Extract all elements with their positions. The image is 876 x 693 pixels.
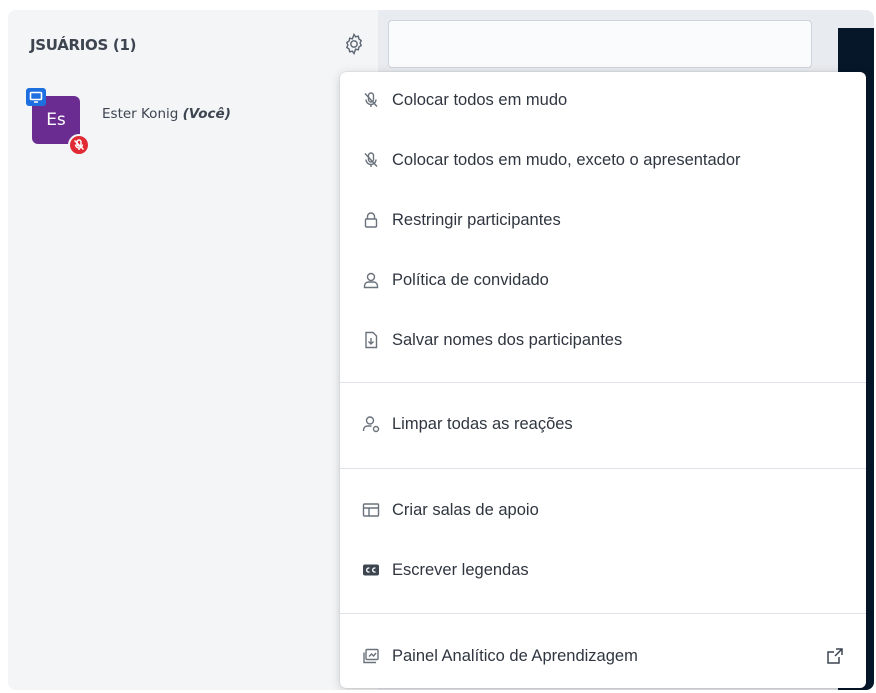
menu-divider bbox=[340, 468, 866, 469]
breakout-rooms-icon bbox=[362, 501, 380, 519]
download-file-icon bbox=[362, 331, 380, 349]
menu-item-label: Criar salas de apoio bbox=[392, 500, 539, 519]
users-panel-title: JSUÁRIOS (1) bbox=[30, 36, 137, 54]
user-options-menu: Colocar todos em mudo Colocar todos em m… bbox=[340, 72, 866, 688]
user-name: Ester Konig (Você) bbox=[102, 106, 231, 122]
menu-item-label: Salvar nomes dos participantes bbox=[392, 330, 623, 349]
presenter-icon bbox=[26, 88, 46, 106]
muted-mic-icon bbox=[68, 134, 90, 156]
menu-item-label: Política de convidado bbox=[392, 270, 549, 289]
menu-divider bbox=[340, 613, 866, 614]
lock-icon bbox=[362, 211, 380, 229]
menu-item-save-names[interactable]: Salvar nomes dos participantes bbox=[340, 316, 866, 364]
menu-item-label: Limpar todas as reações bbox=[392, 414, 573, 433]
menu-item-guest-policy[interactable]: Política de convidado bbox=[340, 256, 866, 304]
mic-off-icon bbox=[362, 151, 380, 169]
menu-item-restrict-participants[interactable]: Restringir participantes bbox=[340, 196, 866, 244]
menu-item-breakout-rooms[interactable]: Criar salas de apoio bbox=[340, 486, 866, 534]
you-tag: (Você) bbox=[182, 106, 231, 122]
menu-divider bbox=[340, 382, 866, 383]
user-icon bbox=[362, 271, 380, 289]
menu-item-label: Escrever legendas bbox=[392, 560, 529, 579]
menu-item-label: Painel Analítico de Aprendizagem bbox=[392, 646, 638, 665]
mic-off-icon bbox=[362, 91, 380, 109]
closed-captions-icon bbox=[362, 561, 380, 579]
menu-item-learning-dashboard[interactable]: Painel Analítico de Aprendizagem bbox=[340, 632, 866, 680]
menu-item-mute-all-except-presenter[interactable]: Colocar todos em mudo, exceto o apresent… bbox=[340, 136, 866, 184]
user-list-item[interactable]: Es Ester Konig (Você) bbox=[26, 82, 326, 156]
avatar-initials: Es bbox=[46, 110, 66, 130]
menu-item-label: Restringir participantes bbox=[392, 210, 561, 229]
menu-item-clear-reactions[interactable]: Limpar todas as reações bbox=[340, 400, 866, 448]
menu-item-mute-all[interactable]: Colocar todos em mudo bbox=[340, 76, 866, 124]
menu-item-write-captions[interactable]: Escrever legendas bbox=[340, 546, 866, 594]
app-frame: JSUÁRIOS (1) Es Ester Konig (Você) Coloc… bbox=[8, 10, 874, 690]
analytics-icon bbox=[362, 647, 380, 665]
clear-reactions-icon bbox=[362, 415, 380, 433]
external-link-icon bbox=[826, 647, 844, 665]
menu-item-label: Colocar todos em mudo, exceto o apresent… bbox=[392, 150, 741, 169]
users-panel: JSUÁRIOS (1) Es Ester Konig (Você) bbox=[8, 10, 378, 690]
top-input-box[interactable] bbox=[388, 20, 812, 68]
gear-icon[interactable] bbox=[342, 32, 366, 56]
menu-item-label: Colocar todos em mudo bbox=[392, 90, 568, 109]
user-name-text: Ester Konig bbox=[102, 106, 179, 122]
